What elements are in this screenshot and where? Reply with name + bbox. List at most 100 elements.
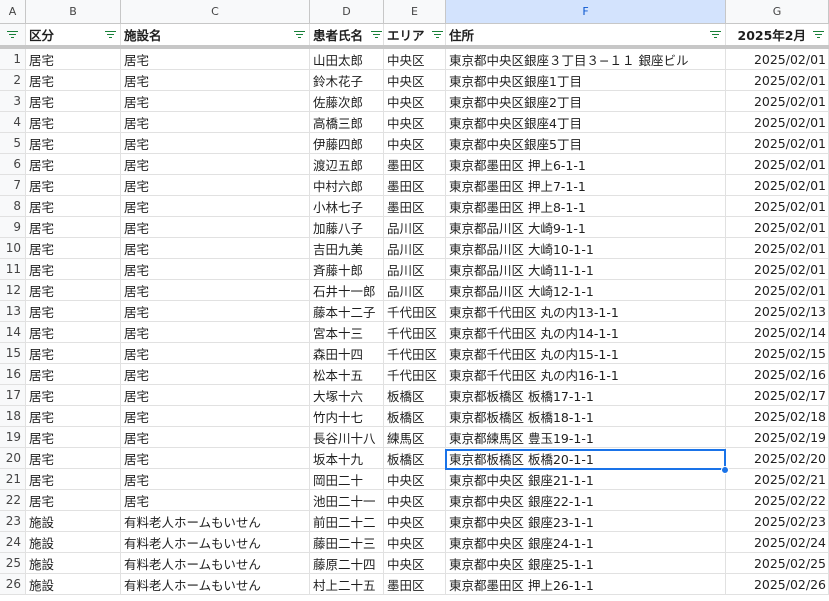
column-header-b[interactable]: B: [26, 0, 121, 24]
patient-cell[interactable]: 長谷川十八: [310, 427, 384, 448]
area-cell[interactable]: 中央区: [384, 553, 446, 574]
address-cell[interactable]: 東京都中央区 銀座23-1-1: [446, 511, 726, 532]
row-number[interactable]: 8: [0, 196, 26, 217]
row-number[interactable]: 3: [0, 91, 26, 112]
category-cell[interactable]: 居宅: [26, 322, 121, 343]
facility-cell[interactable]: 居宅: [121, 385, 310, 406]
address-cell[interactable]: 東京都板橋区 板橋17-1-1: [446, 385, 726, 406]
area-cell[interactable]: 中央区: [384, 490, 446, 511]
date-cell[interactable]: 2025/02/01: [726, 70, 829, 91]
column-header-f[interactable]: F: [446, 0, 726, 24]
address-cell[interactable]: 東京都中央区銀座３丁目３−１１ 銀座ビル: [446, 49, 726, 70]
date-cell[interactable]: 2025/02/01: [726, 259, 829, 280]
patient-cell[interactable]: 坂本十九: [310, 448, 384, 469]
address-cell[interactable]: 東京都中央区銀座4丁目: [446, 112, 726, 133]
facility-cell[interactable]: 居宅: [121, 406, 310, 427]
facility-cell[interactable]: 居宅: [121, 490, 310, 511]
area-cell[interactable]: 品川区: [384, 259, 446, 280]
patient-cell[interactable]: 岡田二十: [310, 469, 384, 490]
column-header-g[interactable]: G: [726, 0, 829, 24]
area-cell[interactable]: 墨田区: [384, 196, 446, 217]
row-number[interactable]: 2: [0, 70, 26, 91]
row-number[interactable]: 13: [0, 301, 26, 322]
facility-cell[interactable]: 有料老人ホームもいせん: [121, 574, 310, 595]
category-cell[interactable]: 施設: [26, 574, 121, 595]
date-cell[interactable]: 2025/02/01: [726, 217, 829, 238]
date-cell[interactable]: 2025/02/01: [726, 196, 829, 217]
address-cell[interactable]: 東京都中央区 銀座21-1-1: [446, 469, 726, 490]
patient-cell[interactable]: 伊藤四郎: [310, 133, 384, 154]
address-cell[interactable]: 東京都中央区銀座2丁目: [446, 91, 726, 112]
area-cell[interactable]: 千代田区: [384, 322, 446, 343]
row-number[interactable]: 15: [0, 343, 26, 364]
area-cell[interactable]: 千代田区: [384, 364, 446, 385]
area-cell[interactable]: 中央区: [384, 112, 446, 133]
area-cell[interactable]: 品川区: [384, 280, 446, 301]
address-cell[interactable]: 東京都墨田区 押上7-1-1: [446, 175, 726, 196]
date-cell[interactable]: 2025/02/15: [726, 343, 829, 364]
area-cell[interactable]: 中央区: [384, 511, 446, 532]
patient-cell[interactable]: 池田二十一: [310, 490, 384, 511]
row-number[interactable]: 23: [0, 511, 26, 532]
address-cell[interactable]: 東京都墨田区 押上6-1-1: [446, 154, 726, 175]
area-cell[interactable]: 墨田区: [384, 154, 446, 175]
column-header-d[interactable]: D: [310, 0, 384, 24]
category-cell[interactable]: 居宅: [26, 91, 121, 112]
patient-cell[interactable]: 大塚十六: [310, 385, 384, 406]
address-cell[interactable]: 東京都中央区銀座1丁目: [446, 70, 726, 91]
area-cell[interactable]: 練馬区: [384, 427, 446, 448]
address-cell[interactable]: 東京都墨田区 押上8-1-1: [446, 196, 726, 217]
facility-cell[interactable]: 居宅: [121, 112, 310, 133]
area-cell[interactable]: 墨田区: [384, 574, 446, 595]
row-number[interactable]: 4: [0, 112, 26, 133]
facility-cell[interactable]: 居宅: [121, 133, 310, 154]
row-number[interactable]: 1: [0, 49, 26, 70]
area-cell[interactable]: 中央区: [384, 469, 446, 490]
area-cell[interactable]: 中央区: [384, 70, 446, 91]
address-cell[interactable]: 東京都板橋区 板橋20-1-1: [446, 448, 726, 469]
category-cell[interactable]: 居宅: [26, 217, 121, 238]
category-cell[interactable]: 居宅: [26, 70, 121, 91]
category-cell[interactable]: 居宅: [26, 343, 121, 364]
area-cell[interactable]: 中央区: [384, 91, 446, 112]
row-number[interactable]: 14: [0, 322, 26, 343]
facility-cell[interactable]: 居宅: [121, 175, 310, 196]
filter-icon[interactable]: [709, 30, 721, 40]
date-cell[interactable]: 2025/02/01: [726, 49, 829, 70]
patient-cell[interactable]: 松本十五: [310, 364, 384, 385]
column-header-c[interactable]: C: [121, 0, 310, 24]
facility-cell[interactable]: 有料老人ホームもいせん: [121, 553, 310, 574]
date-cell[interactable]: 2025/02/13: [726, 301, 829, 322]
filter-icon[interactable]: [104, 30, 116, 40]
filter-icon[interactable]: [293, 30, 305, 40]
row-number[interactable]: 12: [0, 280, 26, 301]
patient-cell[interactable]: 藤本十二子: [310, 301, 384, 322]
facility-cell[interactable]: 居宅: [121, 91, 310, 112]
category-cell[interactable]: 居宅: [26, 175, 121, 196]
facility-cell[interactable]: 居宅: [121, 154, 310, 175]
facility-cell[interactable]: 居宅: [121, 217, 310, 238]
category-cell[interactable]: 居宅: [26, 280, 121, 301]
row-number[interactable]: 21: [0, 469, 26, 490]
category-cell[interactable]: 居宅: [26, 385, 121, 406]
address-cell[interactable]: 東京都練馬区 豊玉19-1-1: [446, 427, 726, 448]
date-cell[interactable]: 2025/02/01: [726, 175, 829, 196]
patient-cell[interactable]: 前田二十二: [310, 511, 384, 532]
row-number[interactable]: 25: [0, 553, 26, 574]
address-cell[interactable]: 東京都中央区 銀座25-1-1: [446, 553, 726, 574]
date-cell[interactable]: 2025/02/01: [726, 154, 829, 175]
date-cell[interactable]: 2025/02/01: [726, 91, 829, 112]
patient-cell[interactable]: 斉藤十郎: [310, 259, 384, 280]
category-cell[interactable]: 施設: [26, 553, 121, 574]
facility-cell[interactable]: 有料老人ホームもいせん: [121, 532, 310, 553]
category-cell[interactable]: 居宅: [26, 259, 121, 280]
date-cell[interactable]: 2025/02/23: [726, 511, 829, 532]
address-cell[interactable]: 東京都品川区 大崎12-1-1: [446, 280, 726, 301]
patient-cell[interactable]: 佐藤次郎: [310, 91, 384, 112]
patient-cell[interactable]: 小林七子: [310, 196, 384, 217]
address-cell[interactable]: 東京都品川区 大崎10-1-1: [446, 238, 726, 259]
patient-cell[interactable]: 宮本十三: [310, 322, 384, 343]
row-number[interactable]: 9: [0, 217, 26, 238]
area-cell[interactable]: 中央区: [384, 532, 446, 553]
address-cell[interactable]: 東京都品川区 大崎9-1-1: [446, 217, 726, 238]
